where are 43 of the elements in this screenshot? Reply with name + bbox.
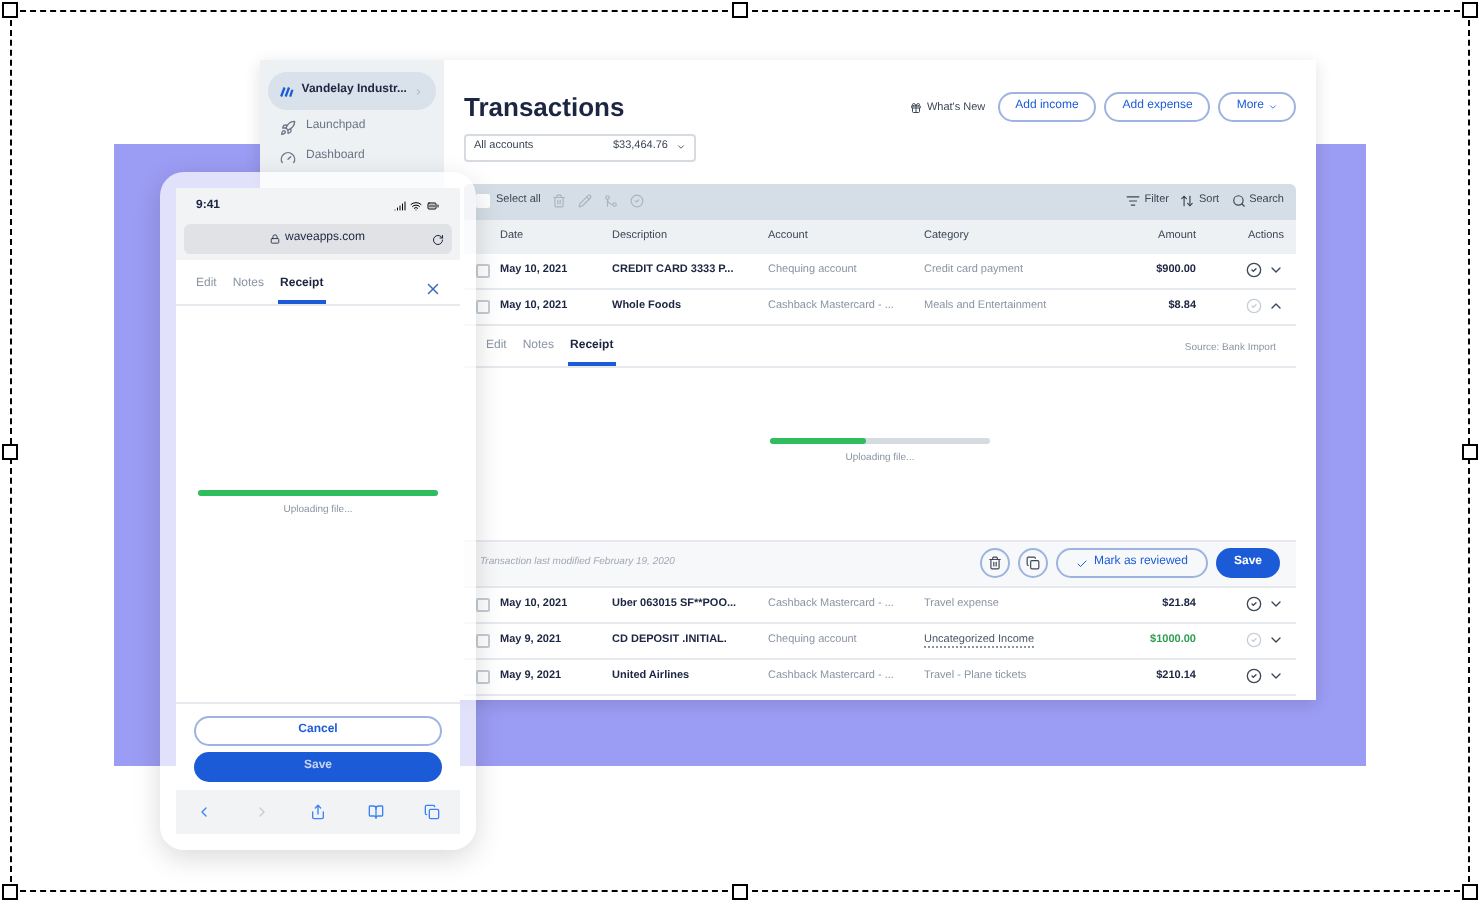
signal-icon: [394, 200, 406, 212]
expand-chevron-icon[interactable]: [1268, 262, 1284, 278]
filter-icon: [1126, 194, 1141, 208]
resize-handle[interactable]: [732, 884, 748, 900]
expand-chevron-icon[interactable]: [1268, 632, 1284, 648]
check-icon: [1075, 557, 1088, 569]
resize-handle[interactable]: [1462, 444, 1478, 460]
close-icon[interactable]: [424, 280, 442, 298]
tabs-icon[interactable]: [424, 804, 440, 820]
back-icon[interactable]: [196, 804, 212, 820]
caret-icon: [676, 142, 686, 152]
review-check-icon[interactable]: [1246, 262, 1262, 278]
copy-icon: [1025, 556, 1040, 570]
trash-icon: [987, 556, 1002, 570]
select-all-checkbox[interactable]: [476, 194, 490, 208]
rocket-icon: [280, 119, 296, 135]
collapse-chevron-icon[interactable]: [1268, 298, 1284, 314]
resize-handle[interactable]: [2, 884, 18, 900]
share-icon[interactable]: [310, 804, 326, 820]
search-icon: [1231, 194, 1246, 208]
expand-chevron-icon[interactable]: [1268, 668, 1284, 684]
resize-handle[interactable]: [732, 2, 748, 18]
resize-handle[interactable]: [1462, 884, 1478, 900]
battery-icon: [426, 200, 440, 212]
expand-chevron-icon[interactable]: [1268, 596, 1284, 612]
chevron-right-icon: [414, 85, 424, 97]
gift-icon: [910, 101, 923, 114]
resize-handle[interactable]: [1462, 2, 1478, 18]
page-title: Transactions: [464, 90, 625, 126]
resize-handle[interactable]: [2, 444, 18, 460]
wifi-icon: [410, 200, 422, 212]
reload-icon[interactable]: [432, 233, 444, 245]
review-check-icon[interactable]: [1246, 596, 1262, 612]
review-check-icon[interactable]: [1246, 668, 1262, 684]
duplicate-button[interactable]: [1017, 548, 1048, 578]
sort-icon: [1180, 194, 1195, 208]
caret-icon: [1268, 102, 1278, 113]
logo-icon: [280, 83, 294, 99]
resize-handle[interactable]: [2, 2, 18, 18]
lock-icon: [270, 234, 281, 244]
bookmarks-icon[interactable]: [367, 804, 383, 820]
delete-button[interactable]: [979, 548, 1010, 578]
gauge-icon: [280, 149, 296, 165]
